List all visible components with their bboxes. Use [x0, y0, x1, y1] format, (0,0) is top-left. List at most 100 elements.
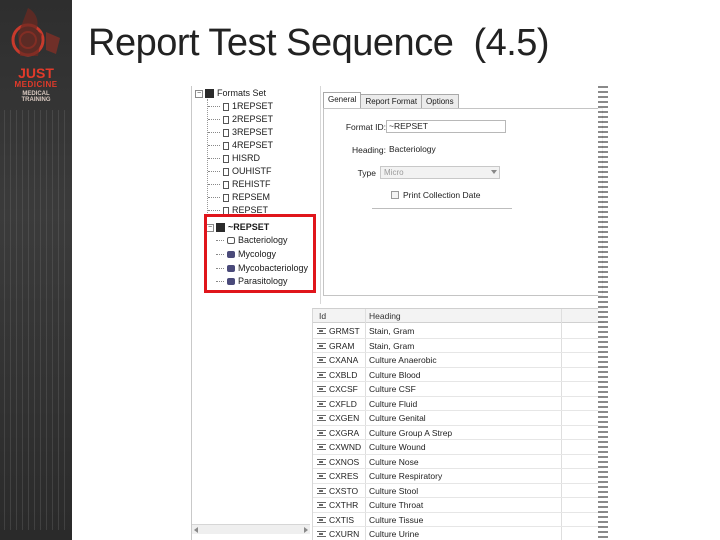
tree-item[interactable]: REHISTF	[208, 178, 271, 191]
cell-heading: Culture Stool	[369, 485, 419, 496]
cell-id: CXBLD	[329, 369, 358, 380]
format-tree: − Formats Set 1REPSET 2REPSET 3REPSET 4R…	[192, 86, 316, 534]
slide: JUST MEDICINE MEDICAL TRAINING Report Te…	[0, 0, 720, 540]
cell-id: CXURN	[329, 529, 360, 539]
logo-text-secondary: MEDICINE	[14, 80, 58, 89]
test-icon	[317, 516, 326, 523]
tree-connector	[208, 197, 220, 198]
tree-connector	[208, 171, 220, 172]
type-label: Type	[357, 168, 376, 178]
scroll-right-icon[interactable]	[304, 527, 308, 533]
table-row[interactable]: CXNOS Culture Nose	[313, 455, 604, 469]
tree-item-label: REHISTF	[232, 179, 271, 189]
cell-id: CXFLD	[329, 398, 357, 409]
general-form: Format ID: ~REPSET Heading: Bacteriology…	[323, 108, 603, 296]
tree-item[interactable]: 4REPSET	[208, 139, 273, 152]
cell-heading: Culture Throat	[369, 500, 424, 510]
tree-connector	[208, 184, 220, 185]
tab-strip: General Report Format Options	[323, 92, 459, 108]
tree-item-label: HISRD	[232, 153, 261, 163]
print-collection-checkbox[interactable]	[391, 191, 399, 199]
tree-item[interactable]: 2REPSET	[208, 113, 273, 126]
table-row[interactable]: GRMST Stain, Gram	[313, 324, 604, 339]
test-icon	[317, 328, 326, 334]
tree-horizontal-scrollbar[interactable]	[192, 524, 310, 534]
tree-item[interactable]: HISRD	[208, 152, 260, 165]
cell-heading: Culture Tissue	[369, 514, 424, 525]
type-select[interactable]: Micro	[380, 166, 500, 179]
table-row[interactable]: GRAM Stain, Gram	[313, 339, 604, 353]
tab-report-format[interactable]: Report Format	[360, 94, 423, 108]
column-header-heading[interactable]: Heading	[369, 309, 401, 323]
table-row[interactable]: CXANA Culture Anaerobic	[313, 353, 604, 368]
test-icon	[317, 342, 326, 349]
cell-id: CXSTO	[329, 485, 359, 496]
tree-root[interactable]: − Formats Set	[195, 87, 266, 100]
cell-heading: Culture CSF	[369, 384, 416, 394]
tree-item-label: REPSEM	[232, 192, 271, 202]
highlight-box	[204, 214, 316, 293]
tab-general[interactable]: General	[323, 92, 362, 108]
type-select-value: Micro	[384, 168, 404, 177]
table-row[interactable]: CXURN Culture Urine	[313, 527, 604, 540]
test-icon	[317, 473, 326, 479]
tree-connector	[208, 132, 220, 133]
table-row[interactable]: CXTHR Culture Throat	[313, 498, 604, 513]
chevron-down-icon[interactable]	[491, 170, 497, 174]
logo-text-tagline: MEDICAL TRAINING	[21, 91, 51, 103]
properties-pane: General Report Format Options Format ID:…	[320, 86, 604, 304]
tree-connector	[208, 145, 220, 146]
table-row[interactable]: CXWND Culture Wound	[313, 440, 604, 455]
cell-id: CXTIS	[329, 514, 355, 525]
format-id-label: Format ID:	[345, 122, 386, 132]
tree-item-label: OUHISTF	[232, 166, 272, 176]
cell-id: CXGEN	[329, 413, 360, 423]
format-set-icon	[205, 89, 214, 98]
cell-heading: Stain, Gram	[369, 340, 415, 351]
cell-id: CXWND	[329, 442, 362, 452]
table-row[interactable]: CXGEN Culture Genital	[313, 411, 604, 426]
document-icon	[223, 154, 229, 163]
table-row[interactable]: CXRES Culture Respiratory	[313, 469, 604, 484]
cell-id: CXCSF	[329, 384, 358, 394]
cell-heading: Culture Genital	[369, 413, 426, 423]
tree-item[interactable]: 1REPSET	[208, 100, 273, 113]
test-sequence-table: Id Heading GRMST Stain, Gram GRAM Stain, G…	[312, 308, 604, 540]
table-row[interactable]: CXCSF Culture CSF	[313, 382, 604, 397]
tree-item-label: 3REPSET	[232, 127, 274, 137]
tree-item[interactable]: REPSEM	[208, 191, 270, 204]
test-icon	[317, 400, 326, 407]
torn-edge-decoration	[598, 86, 608, 540]
document-icon	[223, 128, 229, 137]
cell-id: CXNOS	[329, 456, 360, 467]
tree-item[interactable]: 3REPSET	[208, 126, 273, 139]
table-row[interactable]: CXBLD Culture Blood	[313, 368, 604, 382]
collapse-icon[interactable]: −	[195, 89, 203, 98]
tree-root-label: Formats Set	[217, 88, 267, 98]
cell-heading: Stain, Gram	[369, 326, 415, 336]
tree-item[interactable]: OUHISTF	[208, 165, 272, 178]
side-decoration-band: JUST MEDICINE MEDICAL TRAINING	[0, 0, 72, 540]
document-icon	[223, 180, 229, 189]
column-header-id[interactable]: Id	[319, 309, 326, 323]
document-icon	[223, 115, 229, 124]
heading-field[interactable]: Bacteriology	[386, 143, 556, 156]
application-screenshot: − Formats Set 1REPSET 2REPSET 3REPSET 4R…	[191, 86, 604, 540]
table-row[interactable]: CXSTO Culture Stool	[313, 484, 604, 498]
cell-heading: Culture Group A Strep	[369, 427, 453, 438]
document-icon	[223, 193, 229, 202]
test-icon	[317, 531, 326, 537]
cell-heading: Culture Anaerobic	[369, 355, 437, 365]
table-row[interactable]: CXTIS Culture Tissue	[313, 513, 604, 527]
test-icon	[317, 502, 326, 508]
format-id-field[interactable]: ~REPSET	[386, 120, 506, 133]
cell-id: CXRES	[329, 471, 359, 481]
test-icon	[317, 487, 326, 494]
table-row[interactable]: CXFLD Culture Fluid	[313, 397, 604, 411]
band-texture	[4, 110, 68, 530]
scroll-left-icon[interactable]	[194, 527, 198, 533]
tab-options[interactable]: Options	[421, 94, 459, 108]
table-row[interactable]: CXGRA Culture Group A Strep	[313, 426, 604, 440]
tree-connector	[208, 158, 220, 159]
form-divider	[372, 208, 512, 209]
